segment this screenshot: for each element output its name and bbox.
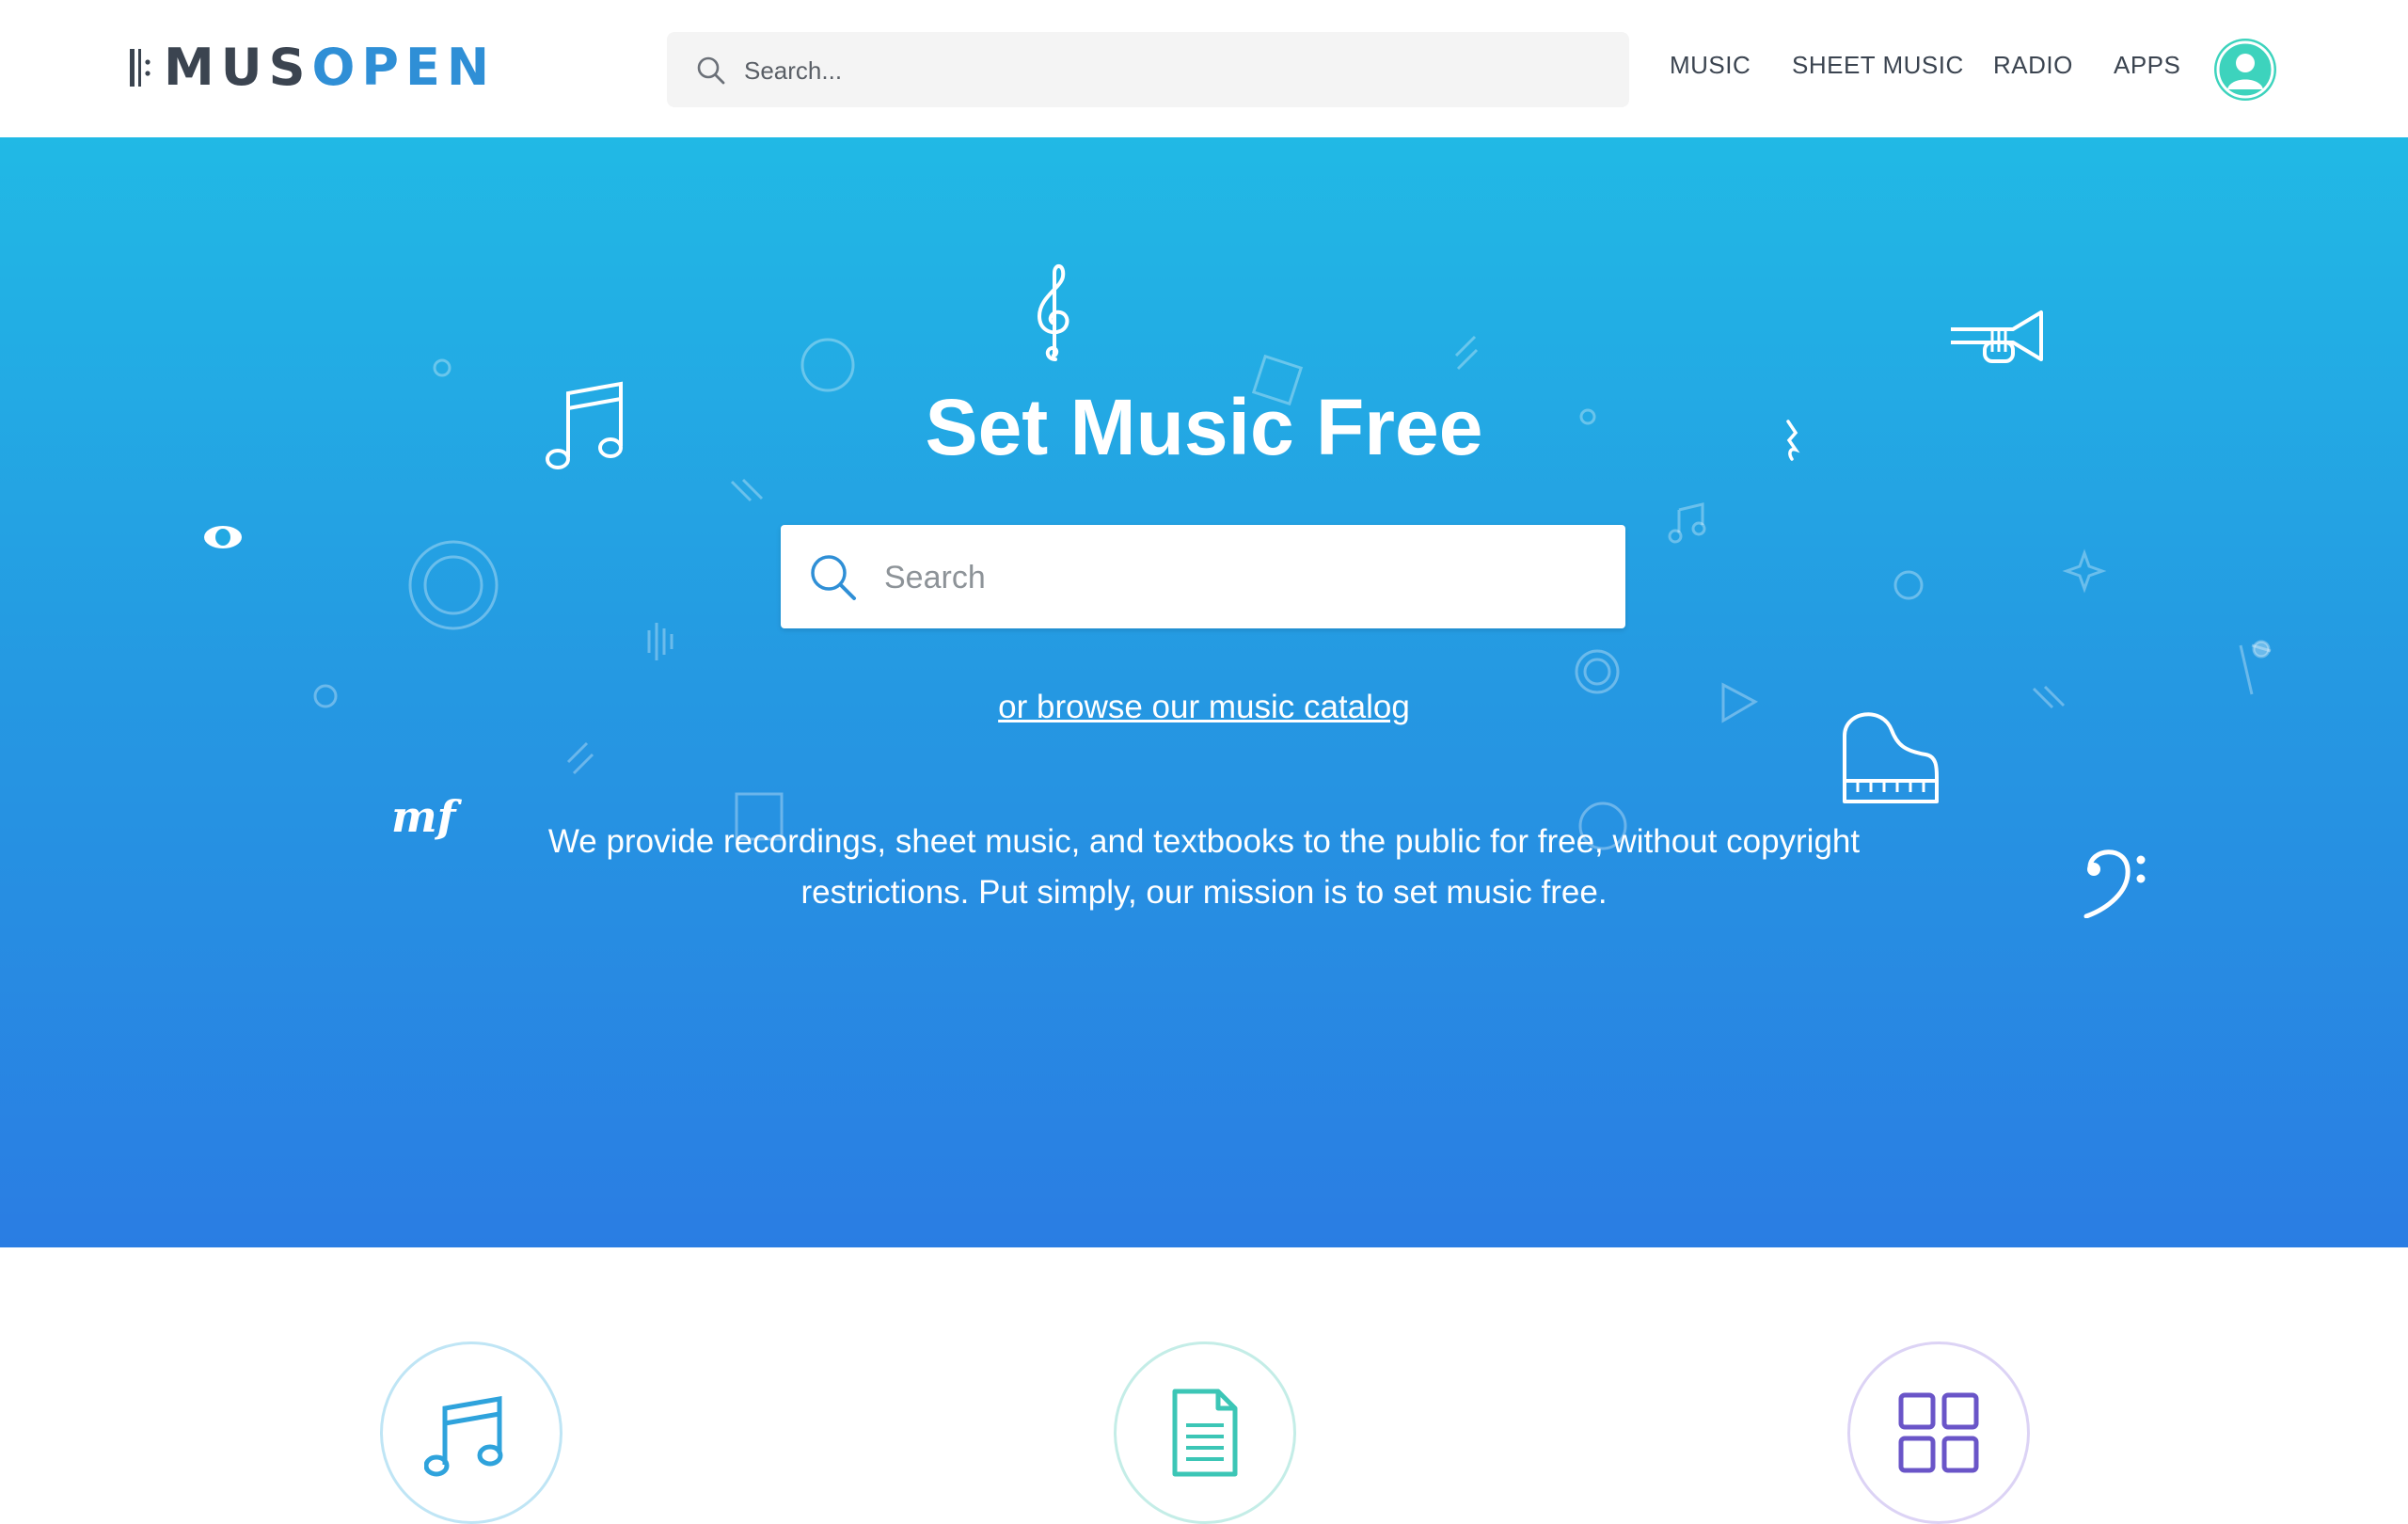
header-search-box[interactable] <box>667 32 1629 107</box>
search-icon <box>697 56 725 85</box>
music-note-icon <box>424 1396 503 1477</box>
hero-title: Set Music Free <box>925 383 1483 471</box>
feature-sheet-music[interactable] <box>1114 1341 1296 1524</box>
nav-music[interactable]: MUSIC <box>1670 51 1751 80</box>
logo-mark-icon <box>130 49 150 87</box>
document-icon <box>1172 1389 1238 1477</box>
search-icon <box>811 555 856 600</box>
nav-radio[interactable]: RADIO <box>1993 51 2073 80</box>
apps-grid-icon <box>1898 1392 1979 1473</box>
logo-mus: MUS <box>164 38 312 97</box>
hero-search-box[interactable] <box>781 525 1625 628</box>
header-search-input[interactable] <box>742 45 1592 96</box>
musopen-logo[interactable]: MUSOPEN <box>130 40 496 96</box>
user-avatar[interactable] <box>2214 39 2276 101</box>
hero-search-input[interactable] <box>882 546 1601 610</box>
browse-catalog-link[interactable]: or browse our music catalog <box>998 689 1410 725</box>
feature-apps[interactable] <box>1847 1341 2030 1524</box>
mission-statement: We provide recordings, sheet music, and … <box>547 823 1861 911</box>
logo-open: OPEN <box>311 38 497 97</box>
logo-text: MUSOPEN <box>164 40 496 96</box>
nav-apps[interactable]: APPS <box>2114 51 2180 80</box>
feature-music[interactable] <box>380 1341 562 1524</box>
nav-sheet-music[interactable]: SHEET MUSIC <box>1792 51 1964 80</box>
site-header: MUSOPEN MUSIC SHEET MUSIC RADIO APPS <box>0 0 2408 138</box>
user-icon <box>2216 40 2274 99</box>
hero-section: mf Set Music Free Search or browse our m… <box>0 137 2408 1247</box>
browse-catalog-container: or browse our music catalog <box>0 689 2408 726</box>
